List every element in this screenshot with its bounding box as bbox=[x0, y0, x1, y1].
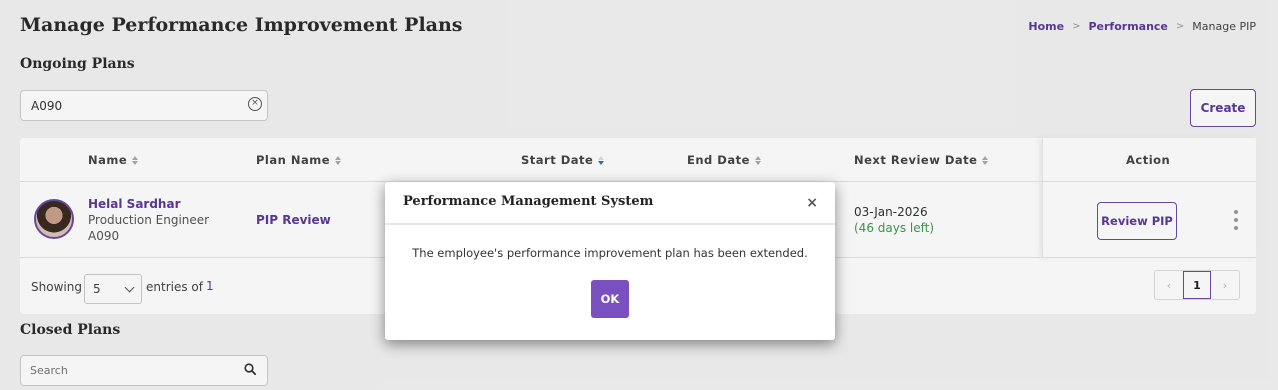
close-icon[interactable]: × bbox=[806, 195, 818, 211]
page: Manage Performance Improvement Plans Hom… bbox=[0, 0, 1278, 390]
ok-button[interactable]: OK bbox=[591, 280, 629, 318]
dialog-title: Performance Management System bbox=[403, 194, 654, 209]
dialog-header: Performance Management System × bbox=[385, 182, 835, 225]
dialog-message: The employee's performance improvement p… bbox=[412, 246, 808, 260]
confirmation-dialog: Performance Management System × The empl… bbox=[385, 182, 835, 340]
